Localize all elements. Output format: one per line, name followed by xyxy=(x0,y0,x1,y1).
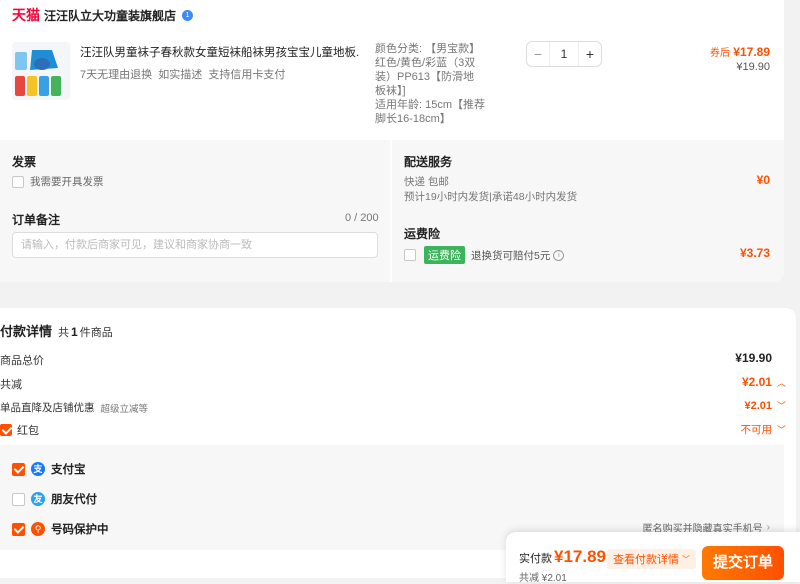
alipay-label: 支付宝 xyxy=(51,464,86,476)
chevron-down-small-icon: ﹀ xyxy=(682,554,690,564)
discount-label: 共减 xyxy=(0,379,22,391)
product-thumbnail xyxy=(12,42,70,100)
chevron-down-icon: ﹀ xyxy=(776,401,786,411)
original-price: ¥19.90 xyxy=(736,61,770,73)
product-spec: 颜色分类: 【男宝款】红色/黄色/彩蓝（3双装）PP613【防滑地板袜】] xyxy=(375,43,481,97)
number-protect-label: 号码保护中 xyxy=(51,524,109,536)
redpacket-checkbox[interactable] xyxy=(0,424,12,436)
submit-order-button[interactable]: 提交订单 xyxy=(702,546,784,580)
remark-placeholder: 请输入，付款后商家可见，建议和商家协商一致 xyxy=(21,239,252,251)
friend-pay-icon: 友 xyxy=(31,492,45,506)
payment-count-suffix: 件商品 xyxy=(79,327,113,339)
insurance-option[interactable]: 运费险 退换货可赔付5元 i xyxy=(404,246,565,264)
delivery-method: 快递 包邮 xyxy=(404,176,449,188)
method-friend-pay[interactable]: 友 朋友代付 xyxy=(12,491,97,507)
invoice-option-label: 我需要开具发票 xyxy=(30,176,104,188)
promo-tag: 超级立减等 xyxy=(100,403,149,415)
discount-row[interactable]: ¥2.01 ︿ xyxy=(742,375,786,389)
payment-count: 1 xyxy=(71,325,78,339)
alipay-checkbox[interactable] xyxy=(12,462,25,476)
method-alipay[interactable]: 支 支付宝 xyxy=(12,461,86,477)
friend-pay-label: 朋友代付 xyxy=(51,494,97,506)
actual-pay-row: 实付款 ¥17.89 xyxy=(519,547,606,567)
detail-btn-label: 查看付款详情 xyxy=(613,554,679,566)
qty-minus-button[interactable]: − xyxy=(527,46,549,62)
promo-value-row[interactable]: ¥2.01 ﹀ xyxy=(744,399,786,412)
actual-label: 实付款 xyxy=(519,553,552,565)
store-header: 天猫 汪汪队立大功童装旗舰店 1 xyxy=(12,6,194,24)
delivery-estimate: 预计19小时内发货|承诺48小时内发货 xyxy=(404,191,578,203)
product-price: ¥17.89 xyxy=(733,45,770,59)
actual-amount: ¥17.89 xyxy=(554,547,606,566)
remark-input[interactable]: 请输入，付款后商家可见，建议和商家协商一致 xyxy=(12,232,378,258)
shield-badge-icon: 1 xyxy=(182,9,194,21)
number-protect-icon: ⚲ xyxy=(31,522,45,536)
qty-value[interactable]: 1 xyxy=(549,42,579,66)
price-label: 券后 xyxy=(709,48,730,59)
payment-header: 付款详情 共 1 件商品 xyxy=(0,321,113,340)
view-payment-detail-button[interactable]: 查看付款详情 ﹀ xyxy=(607,549,696,569)
number-protect-checkbox[interactable] xyxy=(12,522,25,536)
insurance-badge: 运费险 xyxy=(424,246,465,264)
insurance-checkbox[interactable] xyxy=(404,249,416,261)
delivery-title: 配送服务 xyxy=(404,155,453,169)
promo-label: 单品直降及店铺优惠 xyxy=(0,402,95,414)
qty-plus-button[interactable]: + xyxy=(579,46,601,62)
saved-amount: 共减 ¥2.01 xyxy=(519,573,567,584)
invoice-option[interactable]: 我需要开具发票 xyxy=(12,174,104,189)
info-icon[interactable]: i xyxy=(553,249,565,261)
redpacket-row[interactable]: 红包 xyxy=(0,422,39,438)
chevron-down-icon-2: ﹀ xyxy=(776,425,786,435)
tmall-logo: 天猫 xyxy=(12,7,40,23)
product-price-row: 券后 ¥17.89 xyxy=(710,44,770,59)
redpacket-label: 红包 xyxy=(17,425,39,437)
product-title[interactable]: 汪汪队男童袜子春秋款女童短袜船袜男孩宝宝儿童地板... xyxy=(80,44,360,60)
remark-counter: 0 / 200 xyxy=(345,212,379,224)
invoice-title: 发票 xyxy=(12,155,37,169)
insurance-desc: 退换货可赔付5元 xyxy=(471,249,551,262)
insurance-title: 运费险 xyxy=(404,227,441,241)
promo-row: 单品直降及店铺优惠 超级立减等 xyxy=(0,400,148,415)
product-age: 适用年龄: 15cm【推荐脚长16-18cm】 xyxy=(375,99,486,125)
promo-value: ¥2.01 xyxy=(744,399,772,412)
product-services: 7天无理由退换 如实描述 支持信用卡支付 xyxy=(80,69,286,81)
discount-value: ¥2.01 xyxy=(741,375,772,389)
method-number-protect[interactable]: ⚲ 号码保护中 xyxy=(12,521,109,537)
alipay-icon: 支 xyxy=(31,462,45,476)
total-label: 商品总价 xyxy=(0,355,44,367)
payment-title: 付款详情 xyxy=(0,324,53,339)
payment-count-prefix: 共 xyxy=(58,327,70,339)
product-image[interactable] xyxy=(12,42,70,100)
redpacket-status: 不可用 xyxy=(740,424,772,436)
remark-title: 订单备注 xyxy=(12,213,61,227)
insurance-price: ¥3.73 xyxy=(739,246,770,260)
quantity-stepper[interactable]: − 1 + xyxy=(526,41,602,67)
store-name[interactable]: 汪汪队立大功童装旗舰店 xyxy=(44,7,176,24)
friend-pay-checkbox[interactable] xyxy=(12,492,25,506)
delivery-fee: ¥0 xyxy=(756,173,770,187)
chevron-up-icon: ︿ xyxy=(776,377,786,388)
total-value: ¥19.90 xyxy=(735,351,772,365)
invoice-checkbox[interactable] xyxy=(12,175,24,188)
redpacket-status-row[interactable]: 不可用 ﹀ xyxy=(740,422,786,437)
